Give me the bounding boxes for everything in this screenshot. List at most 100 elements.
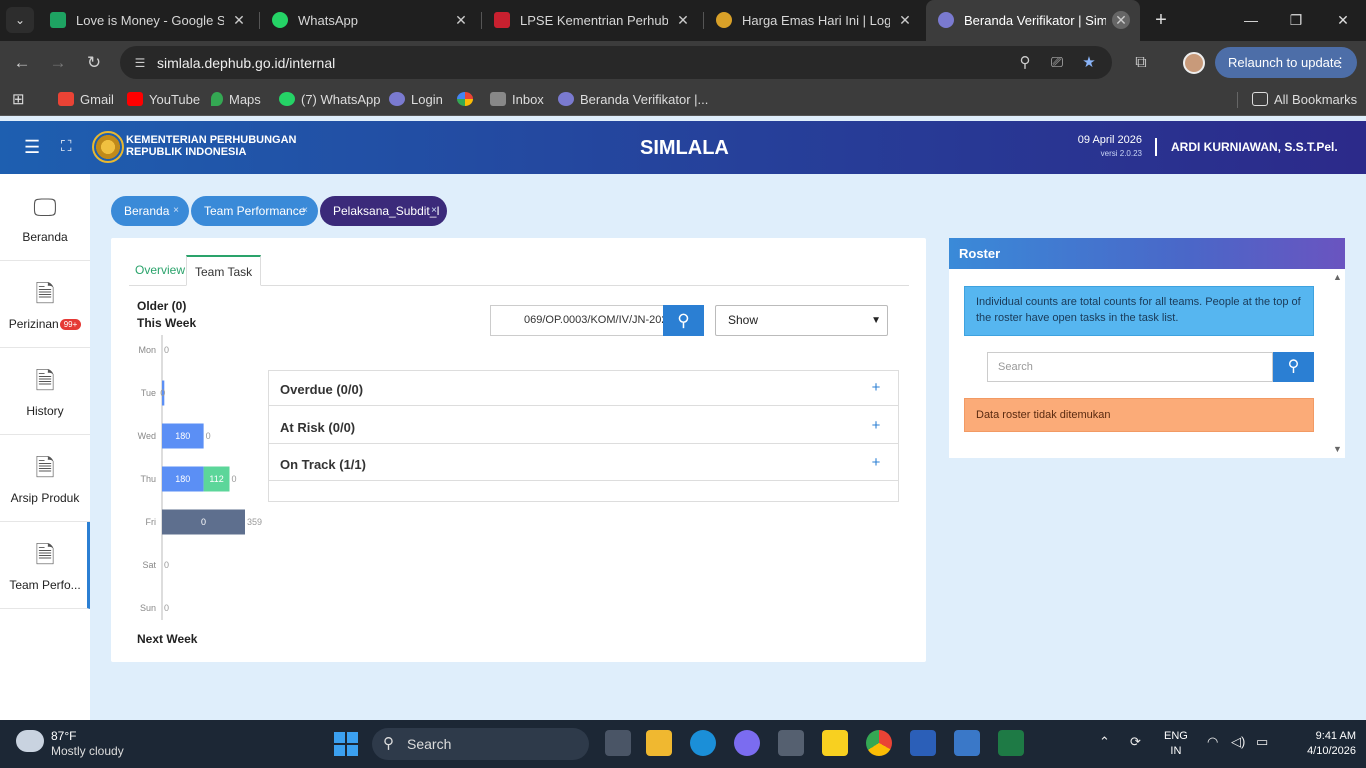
- weather-temp[interactable]: 87°F: [51, 729, 76, 743]
- group-at-risk[interactable]: At Risk (0/0) +: [269, 409, 898, 444]
- close-icon[interactable]: ×: [431, 196, 437, 226]
- close-icon[interactable]: ✕: [1112, 11, 1130, 29]
- roster-search-input[interactable]: Search: [987, 352, 1273, 382]
- all-bookmarks-button[interactable]: All Bookmarks: [1252, 92, 1357, 107]
- sidebar-item-label: History: [26, 404, 64, 418]
- sync-icon[interactable]: ⟳: [1130, 734, 1141, 750]
- bookmark-whatsapp[interactable]: (7) WhatsApp: [279, 92, 380, 107]
- bookmark-login[interactable]: Login: [389, 92, 443, 107]
- apps-grid-icon[interactable]: ⊞: [12, 90, 25, 108]
- camera-icon[interactable]: [778, 730, 804, 756]
- search-button[interactable]: ⚲: [663, 305, 704, 336]
- bookmark-inbox[interactable]: Inbox: [490, 92, 544, 107]
- tab-title: Harga Emas Hari Ini | Logam: [742, 13, 890, 28]
- bookmark-youtube[interactable]: YouTube: [127, 92, 200, 107]
- browser-tab-sheets[interactable]: Love is Money - Google Spre ✕: [38, 0, 258, 41]
- scroll-down-icon[interactable]: ▼: [1333, 444, 1342, 454]
- sticky-notes-icon[interactable]: [822, 730, 848, 756]
- breadcrumb-pelaksana[interactable]: Pelaksana_Subdit_I ×: [320, 196, 447, 226]
- expand-icon[interactable]: +: [870, 454, 882, 471]
- forward-arrow-icon[interactable]: →: [46, 51, 70, 75]
- close-window-icon[interactable]: ✕: [1328, 8, 1358, 32]
- expand-icon[interactable]: +: [870, 379, 882, 396]
- more-menu-icon[interactable]: ⋮: [1334, 47, 1347, 78]
- new-tab-button[interactable]: +: [1150, 8, 1172, 32]
- group-overdue[interactable]: Overdue (0/0) +: [269, 371, 898, 406]
- copilot-icon[interactable]: [734, 730, 760, 756]
- roster-search-button[interactable]: ⚲: [1273, 352, 1314, 382]
- zoom-icon[interactable]: ⚲: [1016, 54, 1034, 72]
- bookmark-star-icon[interactable]: ★: [1080, 54, 1098, 72]
- sidebar-item-beranda[interactable]: 🖵 Beranda: [0, 174, 90, 261]
- maximize-icon[interactable]: ❐: [1281, 8, 1311, 32]
- close-icon[interactable]: ✕: [896, 11, 914, 29]
- show-select[interactable]: Show ▼: [715, 305, 888, 336]
- sidebar: 🖵 Beranda 🗎 Perizinan 99+ 🗎 History 🗎 Ars…: [0, 174, 90, 720]
- browser-tab-simlala[interactable]: Beranda Verifikator | SimLala ✕: [926, 0, 1140, 41]
- language-indicator[interactable]: ENG IN: [1164, 729, 1188, 759]
- bookmark-beranda[interactable]: Beranda Verifikator |...: [558, 92, 708, 107]
- task-view-icon[interactable]: [605, 730, 631, 756]
- header-version: versi 2.0.23: [1100, 149, 1142, 158]
- volume-icon[interactable]: ◁): [1231, 734, 1245, 750]
- sidebar-item-perizinan[interactable]: 🗎 Perizinan 99+: [0, 261, 90, 348]
- extensions-icon[interactable]: ⧉: [1130, 52, 1152, 74]
- weather-desc[interactable]: Mostly cloudy: [51, 744, 124, 758]
- browser-tab-lpse[interactable]: LPSE Kementrian Perhubung ✕: [482, 0, 702, 41]
- install-app-icon[interactable]: ⎚: [1048, 54, 1066, 72]
- bookmark-maps[interactable]: Maps: [211, 92, 261, 107]
- bar-data-label: 0: [232, 474, 237, 484]
- chrome-icon[interactable]: [866, 730, 892, 756]
- calculator-icon[interactable]: [954, 730, 980, 756]
- profile-avatar[interactable]: [1183, 52, 1205, 74]
- bar-data-label: 359: [247, 517, 262, 527]
- breadcrumb-beranda[interactable]: Beranda ×: [111, 196, 189, 226]
- taskbar-clock[interactable]: 9:41 AM 4/10/2026: [1296, 729, 1356, 759]
- browser-tab-harga-emas[interactable]: Harga Emas Hari Ini | Logam ✕: [704, 0, 924, 41]
- group-on-track[interactable]: On Track (1/1) +: [269, 446, 898, 481]
- site-info-icon[interactable]: ☰: [132, 55, 148, 71]
- older-label[interactable]: Older (0): [137, 299, 186, 313]
- windows-start-icon[interactable]: [334, 732, 358, 756]
- breadcrumb-team-performance[interactable]: Team Performance ×: [191, 196, 318, 226]
- chevron-up-icon[interactable]: ⌃: [1099, 734, 1110, 750]
- battery-icon[interactable]: ▭: [1256, 734, 1268, 750]
- group-label: At Risk (0/0): [280, 420, 356, 435]
- sidebar-item-history[interactable]: 🗎 History: [0, 348, 90, 435]
- expand-icon[interactable]: +: [870, 417, 882, 434]
- address-bar[interactable]: ☰ simlala.dephub.go.id/internal ⚲ ⎚ ★: [120, 46, 1112, 79]
- close-icon[interactable]: ✕: [674, 11, 692, 29]
- task-filter-input[interactable]: 069/OP.0003/KOM/IV/JN-2026: [490, 305, 664, 336]
- bar-data-label: 0: [164, 560, 169, 570]
- taskbar-search[interactable]: ⚲ Search: [372, 728, 589, 760]
- edge-icon[interactable]: [690, 730, 716, 756]
- close-icon[interactable]: ✕: [230, 11, 248, 29]
- tab-team-task[interactable]: Team Task: [186, 255, 262, 286]
- bookmark-gmail[interactable]: Gmail: [58, 92, 114, 107]
- close-icon[interactable]: ×: [173, 196, 179, 226]
- scroll-up-icon[interactable]: ▲: [1333, 272, 1342, 282]
- cloud-icon[interactable]: [16, 730, 44, 752]
- sidebar-item-team-performance[interactable]: 🗎 Team Perfo...: [0, 522, 90, 609]
- tab-overview[interactable]: Overview: [127, 255, 193, 286]
- file-explorer-icon[interactable]: [646, 730, 672, 756]
- word-icon[interactable]: [910, 730, 936, 756]
- reload-icon[interactable]: ↻: [82, 51, 106, 75]
- wifi-icon[interactable]: ◠: [1207, 734, 1218, 750]
- fullscreen-icon[interactable]: ⛶: [61, 137, 79, 157]
- day-tick-label: Tue: [141, 388, 156, 398]
- bookmark-pinwheel[interactable]: [457, 92, 479, 107]
- relaunch-button[interactable]: Relaunch to update ⋮: [1215, 47, 1357, 78]
- close-icon[interactable]: ×: [302, 196, 308, 226]
- minimize-icon[interactable]: —: [1236, 8, 1266, 32]
- user-name[interactable]: ARDI KURNIAWAN, S.S.T.Pel.: [1171, 140, 1338, 154]
- close-icon[interactable]: ✕: [452, 11, 470, 29]
- sidebar-item-label: Perizinan: [8, 317, 59, 331]
- next-week-label[interactable]: Next Week: [137, 632, 197, 646]
- tab-search-button[interactable]: ⌄: [6, 7, 34, 33]
- sidebar-item-arsip-produk[interactable]: 🗎 Arsip Produk: [0, 435, 90, 522]
- back-arrow-icon[interactable]: ←: [10, 51, 34, 75]
- menu-icon[interactable]: ☰: [24, 137, 42, 157]
- browser-tab-whatsapp[interactable]: WhatsApp ✕: [260, 0, 480, 41]
- excel-icon[interactable]: [998, 730, 1024, 756]
